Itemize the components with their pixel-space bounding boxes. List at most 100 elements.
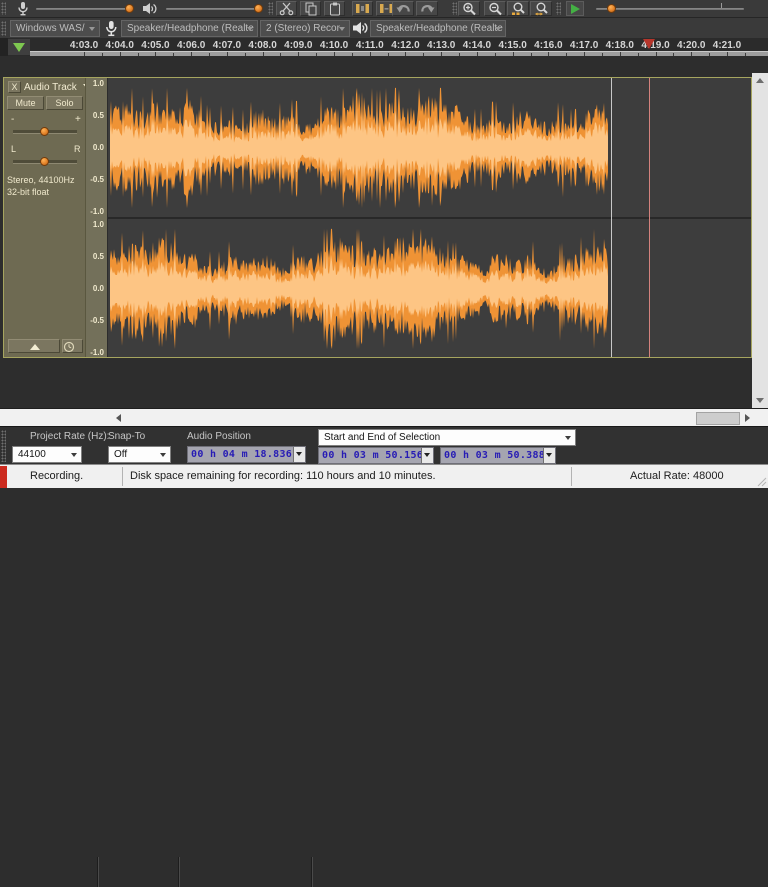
recording-channels-value: 2 (Stereo) Recor: [266, 23, 340, 34]
toolbar-grip[interactable]: [268, 2, 273, 15]
status-separator: [571, 467, 572, 486]
recording-device-value: Speaker/Headphone (Realte: [127, 23, 254, 34]
vertical-scale-ruler[interactable]: 1.00.50.0-0.5-1.01.00.50.0-0.5-1.0: [85, 78, 108, 357]
chevron-down-icon: [495, 27, 501, 31]
timeline-tick-label: 4:11.0: [356, 40, 384, 51]
scroll-up-arrow[interactable]: [756, 78, 764, 83]
snap-to-label: Snap-To: [108, 431, 145, 442]
track-title: Audio Track: [24, 82, 77, 93]
toolbar-grip[interactable]: [1, 2, 6, 15]
playback-volume-slider[interactable]: [166, 8, 262, 10]
timeline-tick-label: 4:16.0: [534, 40, 562, 51]
status-bar: Recording. Disk space remaining for reco…: [0, 464, 768, 488]
waveform-view[interactable]: [108, 78, 751, 357]
undo-icon: [396, 2, 411, 15]
time-format-dropdown-icon[interactable]: [293, 447, 305, 462]
undo-button[interactable]: [392, 1, 414, 16]
recording-device-select[interactable]: Speaker/Headphone (Realte: [121, 20, 258, 37]
paste-icon: [328, 2, 342, 16]
toolbar-grip[interactable]: [1, 21, 6, 36]
chevron-down-icon: [89, 27, 95, 31]
zoom-out-icon: [488, 2, 503, 16]
selection-end-field[interactable]: 00 h 03 m 50.388 s: [440, 447, 556, 464]
collapse-arrow-icon: [30, 344, 40, 350]
fit-selection-button[interactable]: [507, 1, 529, 16]
timeline-tick-label: 4:09.0: [284, 40, 312, 51]
track-clock-button[interactable]: [62, 339, 83, 353]
track-format-line1: Stereo, 44100Hz: [7, 175, 75, 185]
time-format-dropdown-icon[interactable]: [421, 448, 433, 463]
timeline-tick-label: 4:15.0: [498, 40, 526, 51]
solo-button[interactable]: Solo: [46, 96, 83, 110]
main-toolbar: [0, 0, 768, 18]
chevron-down-icon: [339, 27, 345, 31]
selection-start-field[interactable]: 00 h 03 m 50.156 s: [318, 447, 434, 464]
toolbar-grip[interactable]: [452, 2, 457, 15]
scroll-right-arrow[interactable]: [745, 414, 750, 422]
fit-project-button[interactable]: [530, 1, 552, 16]
audio-position-field[interactable]: 00 h 04 m 18.836 s: [187, 446, 306, 463]
fit-selection-icon: [511, 2, 526, 16]
recording-volume-slider[interactable]: [36, 8, 133, 10]
toolbar-grip[interactable]: [556, 2, 561, 15]
chevron-down-icon: [565, 436, 571, 440]
collapse-track-button[interactable]: [8, 339, 60, 353]
gain-slider-handle[interactable]: [40, 127, 49, 136]
track-close-button[interactable]: X: [8, 81, 21, 93]
status-disk-space: Disk space remaining for recording: 110 …: [130, 470, 436, 482]
microphone-icon: [16, 1, 30, 16]
snap-to-select[interactable]: Off: [108, 446, 171, 463]
timeline-ruler[interactable]: 4:03.04:04.04:05.04:06.04:07.04:08.04:09…: [0, 38, 768, 56]
resize-grip-icon[interactable]: [755, 475, 767, 487]
track-control-panel: X Audio Track Mute Solo - + L R Stereo, …: [4, 78, 85, 357]
redo-button[interactable]: [416, 1, 438, 16]
redo-icon: [420, 2, 435, 15]
record-cursor-line: [649, 78, 650, 357]
vertical-scrollbar[interactable]: [752, 73, 768, 408]
timeline-tick-label: 4:14.0: [463, 40, 491, 51]
cut-button[interactable]: [276, 1, 297, 16]
recording-channels-select[interactable]: 2 (Stereo) Recor: [260, 20, 350, 37]
audio-position-label: Audio Position: [187, 431, 251, 442]
project-rate-select[interactable]: 44100: [12, 446, 82, 463]
scroll-down-arrow[interactable]: [756, 398, 764, 403]
pan-slider-handle[interactable]: [40, 157, 49, 166]
paste-button[interactable]: [324, 1, 345, 16]
timeline-tick-label: 4:05.0: [141, 40, 169, 51]
chevron-down-icon: [160, 453, 166, 457]
play-at-speed-button[interactable]: [566, 1, 584, 16]
track-title-menu[interactable]: Audio Track: [24, 82, 93, 93]
track-area: X Audio Track Mute Solo - + L R Stereo, …: [0, 56, 768, 408]
mute-button[interactable]: Mute: [7, 96, 44, 110]
horizontal-scrollbar[interactable]: [0, 408, 768, 426]
timeline-tick-label: 4:17.0: [570, 40, 598, 51]
timeline-tick-label: 4:04.0: [106, 40, 134, 51]
trim-audio-button[interactable]: [352, 1, 373, 16]
status-state: Recording.: [30, 470, 83, 482]
selection-mode-select[interactable]: Start and End of Selection: [318, 429, 576, 446]
audio-host-select[interactable]: Windows WAS/: [10, 20, 100, 37]
play-speed-handle[interactable]: [607, 4, 616, 13]
pan-right-label: R: [74, 144, 81, 154]
record-position-marker: [643, 39, 655, 49]
play-speed-slider[interactable]: [596, 8, 744, 10]
playback-device-select[interactable]: Speaker/Headphone (Realte: [370, 20, 506, 37]
timeline-tick-label: 4:21.0: [713, 40, 741, 51]
chevron-down-icon: [247, 27, 253, 31]
scale-label: -0.5: [90, 316, 104, 325]
scale-label: 0.0: [93, 143, 104, 152]
playback-volume-handle[interactable]: [254, 4, 263, 13]
project-rate-value: 44100: [18, 449, 46, 460]
toolbar-separator: [97, 857, 99, 887]
scroll-left-arrow[interactable]: [116, 414, 121, 422]
zoom-out-button[interactable]: [484, 1, 506, 16]
timeline-tick-label: 4:18.0: [606, 40, 634, 51]
copy-button[interactable]: [300, 1, 321, 16]
time-format-dropdown-icon[interactable]: [543, 448, 555, 463]
zoom-in-button[interactable]: [458, 1, 480, 16]
recording-indicator: [0, 466, 7, 488]
toolbar-grip[interactable]: [1, 430, 6, 462]
clock-icon: [63, 341, 75, 353]
horizontal-scroll-thumb[interactable]: [696, 412, 740, 425]
recording-volume-handle[interactable]: [125, 4, 134, 13]
